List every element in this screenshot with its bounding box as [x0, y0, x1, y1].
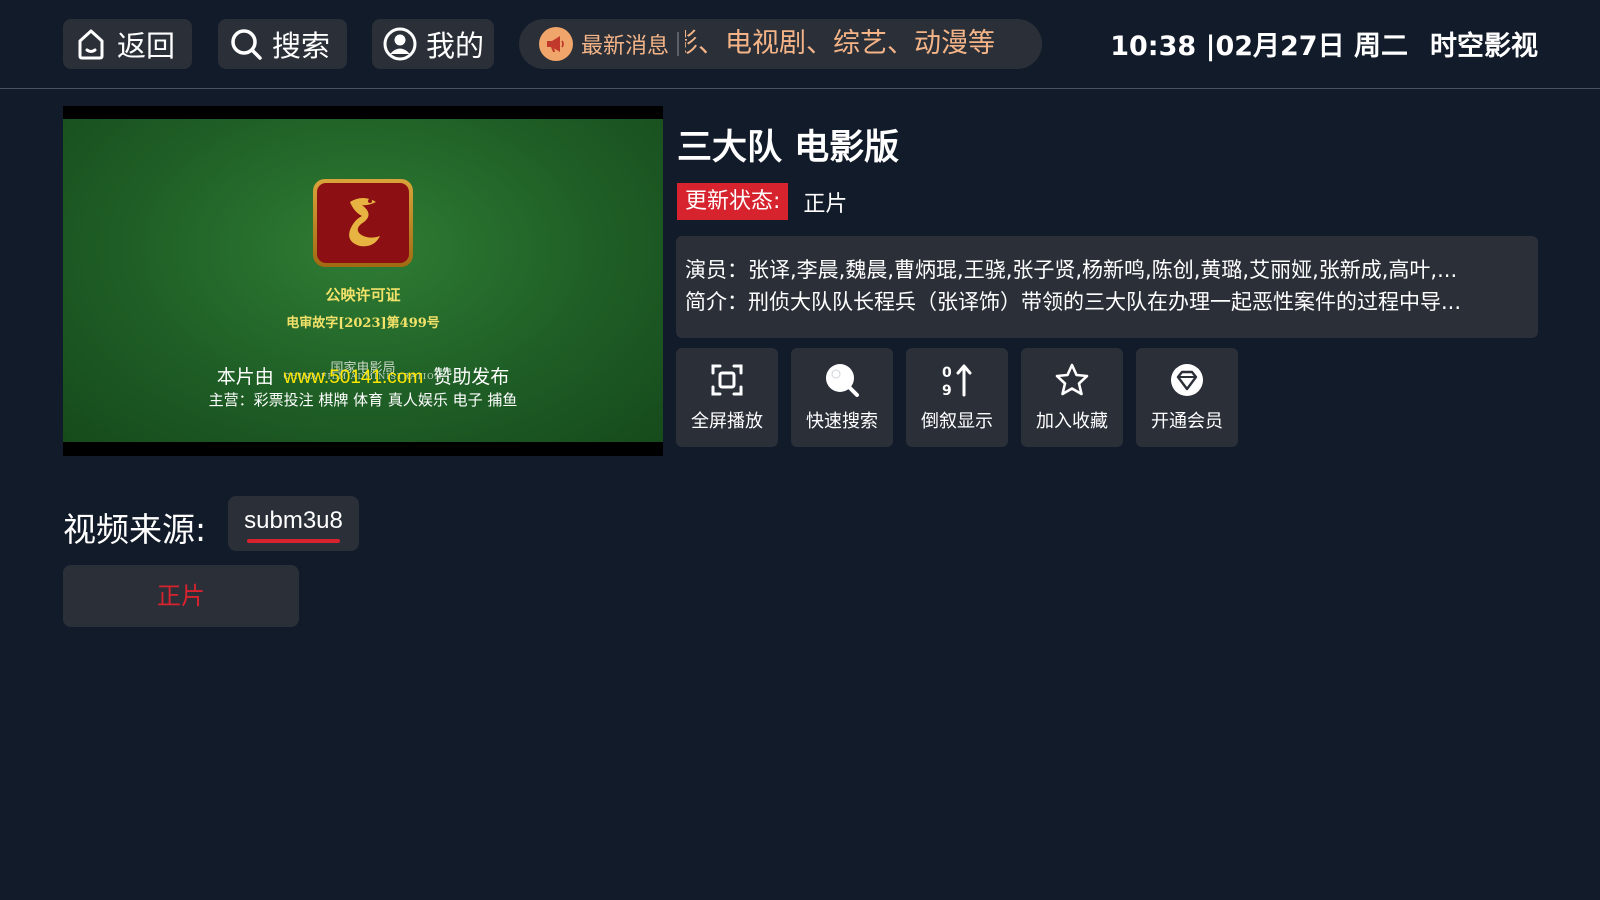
source-name: subm3u8 — [244, 507, 343, 534]
video-player[interactable]: 公映许可证 电审故字[2023]第499号 国家电影局 CHINA FILM A… — [63, 106, 663, 456]
news-divider — [677, 32, 680, 56]
sort-icon: 09 — [939, 362, 975, 398]
update-status: 更新状态: 正片 — [677, 183, 847, 220]
star-icon — [1054, 362, 1090, 398]
action-buttons: 全屏播放 快速搜索 09 倒叙显示 加入收藏 开通会员 — [676, 348, 1238, 447]
search-button[interactable]: 搜索 — [218, 19, 347, 69]
source-label: 视频来源: — [63, 510, 207, 549]
vip-button[interactable]: 开通会员 — [1136, 348, 1238, 447]
source-tab-subm3u8[interactable]: subm3u8 — [228, 496, 359, 551]
top-bar: 返回 搜索 我的 最新消息 影、电视剧、综艺、动漫等 10:38 |02月27日… — [0, 0, 1600, 89]
video-frame: 公映许可证 电审故字[2023]第499号 国家电影局 CHINA FILM A… — [63, 119, 663, 442]
add-favorite-button[interactable]: 加入收藏 — [1021, 348, 1123, 447]
news-label: 最新消息 — [581, 34, 670, 59]
mine-label: 我的 — [426, 29, 485, 63]
movie-title: 三大队 电影版 — [677, 128, 900, 168]
news-ticker-window: 影、电视剧、综艺、动漫等 — [685, 19, 1042, 69]
license-number: 电审故字[2023]第499号 — [286, 316, 440, 331]
news-ticker-text: 影、电视剧、综艺、动漫等 — [685, 28, 996, 59]
source-selected-indicator — [247, 539, 340, 543]
user-icon — [382, 26, 418, 62]
back-label: 返回 — [117, 29, 176, 63]
license-title: 公映许可证 — [325, 286, 401, 304]
app-name: 时空影视 — [1430, 31, 1538, 62]
search-icon — [228, 26, 264, 62]
status-label: 更新状态: — [677, 183, 789, 220]
search-label: 搜索 — [272, 29, 331, 63]
mine-button[interactable]: 我的 — [372, 19, 494, 69]
megaphone-icon — [539, 27, 573, 61]
add-favorite-label: 加入收藏 — [1036, 411, 1108, 432]
sponsor-line: 本片由 www.50141.com 赞助发布 — [63, 362, 663, 389]
dragon-logo — [313, 179, 413, 267]
news-ticker[interactable]: 最新消息 影、电视剧、综艺、动漫等 — [519, 19, 1042, 69]
description-box[interactable]: 演员：张译,李晨,魏晨,曹炳琨,王骁,张子贤,杨新鸣,陈创,黄璐,艾丽娅,张新成… — [676, 236, 1538, 338]
vip-label: 开通会员 — [1151, 411, 1223, 432]
sponsor-prefix: 本片由 — [216, 366, 274, 388]
svg-text:9: 9 — [942, 383, 952, 398]
sponsor-site: www.50141.com — [283, 367, 424, 388]
business-line: 主营：彩票投注 棋牌 体育 真人娱乐 电子 捕鱼 — [208, 391, 518, 409]
svg-text:0: 0 — [942, 365, 952, 381]
clock-and-brand: 10:38 |02月27日 周二 时空影视 — [1110, 24, 1538, 63]
fullscreen-label: 全屏播放 — [691, 411, 763, 432]
quick-search-label: 快速搜索 — [806, 411, 878, 432]
time-date: 10:38 |02月27日 周二 — [1110, 31, 1408, 62]
quick-search-button[interactable]: 快速搜索 — [791, 348, 893, 447]
status-value: 正片 — [803, 191, 848, 217]
fullscreen-icon — [709, 362, 745, 398]
reverse-order-button[interactable]: 09 倒叙显示 — [906, 348, 1008, 447]
reverse-order-label: 倒叙显示 — [921, 411, 993, 432]
fullscreen-button[interactable]: 全屏播放 — [676, 348, 778, 447]
dragon-icon — [349, 198, 380, 247]
home-icon — [73, 26, 109, 62]
app-root: 返回 搜索 我的 最新消息 影、电视剧、综艺、动漫等 10:38 |02月27日… — [0, 0, 1600, 900]
actors-line: 演员：张译,李晨,魏晨,曹炳琨,王骁,张子贤,杨新鸣,陈创,黄璐,艾丽娅,张新成… — [685, 258, 1458, 282]
episode-label: 正片 — [157, 582, 205, 610]
ticker-fade — [1002, 19, 1042, 69]
back-button[interactable]: 返回 — [63, 19, 192, 69]
diamond-icon — [1169, 362, 1205, 398]
summary-line: 简介：刑侦大队队长程兵（张译饰）带领的三大队在办理一起恶性案件的过程中导... — [685, 290, 1462, 314]
sponsor-suffix: 赞助发布 — [433, 366, 510, 388]
search-icon — [824, 362, 860, 398]
episode-button[interactable]: 正片 — [63, 565, 299, 627]
